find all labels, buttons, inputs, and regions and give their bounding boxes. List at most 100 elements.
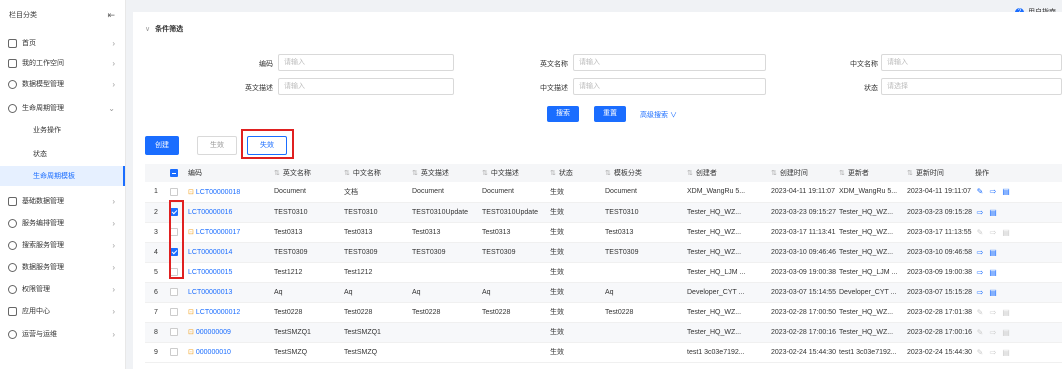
filter-title[interactable]: ∨ 条件筛选	[145, 24, 183, 34]
row-checkbox[interactable]	[167, 282, 185, 303]
code-link[interactable]: LCT00000012	[196, 309, 240, 316]
sidebar-item-ops[interactable]: 运营与运维 ›	[0, 324, 125, 344]
col-en-name[interactable]: ⇅ 英文名称	[271, 164, 341, 182]
search-button[interactable]: 搜索	[547, 106, 579, 122]
edit-icon[interactable]: ✎	[975, 308, 985, 317]
sidebar-item-service[interactable]: 服务编排管理 ›	[0, 213, 125, 233]
detail-icon[interactable]: ▤	[988, 248, 998, 257]
col-status[interactable]: ⇅ 状态	[547, 164, 602, 182]
detail-icon[interactable]: ▤	[1001, 187, 1011, 196]
sidebar-item-lifecycle[interactable]: 生命周期管理 ⌄	[0, 98, 125, 118]
code-link[interactable]: 000000010	[196, 349, 231, 356]
edit-icon[interactable]: ✎	[975, 187, 985, 196]
row-checkbox[interactable]	[167, 342, 185, 363]
table-row[interactable]: 5 LCT00000015 Test1212 Test1212 生效 Tester_HQ_…	[145, 262, 1062, 283]
detail-icon[interactable]: ▤	[1001, 308, 1011, 317]
code-link[interactable]: 000000009	[196, 329, 231, 336]
sidebar-item-home[interactable]: 首页 ›	[0, 33, 125, 53]
cell-code[interactable]: ⊡ 000000010	[185, 342, 271, 363]
row-checkbox[interactable]	[167, 302, 185, 323]
cell-code[interactable]: ⊡ LCT00000017	[185, 222, 271, 243]
cell-cn-desc: Test0228	[479, 302, 547, 323]
table-row[interactable]: 9 ⊡ 000000010 TestSMZQ TestSMZQ 生效 test1 3c03e…	[145, 342, 1062, 363]
publish-icon[interactable]: ⇨	[988, 348, 998, 357]
cell-code[interactable]: LCT00000015	[185, 262, 271, 283]
advanced-search-link[interactable]: 高级搜索 ∨	[640, 110, 677, 120]
col-code[interactable]: 编码	[185, 164, 271, 182]
table-row[interactable]: 7 ⊡ LCT00000012 Test0228 Test0228 Test0228 Tes…	[145, 302, 1062, 323]
col-created[interactable]: ⇅ 创建时间	[768, 164, 836, 182]
cell-created: 2023-04-11 19:11:07	[768, 182, 836, 203]
cell-code[interactable]: LCT00000016	[185, 202, 271, 223]
table-row[interactable]: 3 ⊡ LCT00000017 Test0313 Test0313 Test0313 Tes…	[145, 222, 1062, 243]
collapse-icon[interactable]: ⇤	[107, 10, 115, 21]
enable-button[interactable]: 生效	[197, 136, 237, 155]
detail-icon[interactable]: ▤	[988, 288, 998, 297]
col-updater[interactable]: ⇅ 更新者	[836, 164, 904, 182]
publish-icon[interactable]: ⇨	[988, 328, 998, 337]
table-row[interactable]: 6 LCT00000013 Aq Aq Aq Aq 生效 Aq Developer_CYT ..…	[145, 282, 1062, 303]
sidebar-item-data-service[interactable]: 数据服务管理 ›	[0, 257, 125, 277]
sidebar-sub-status[interactable]: 状态	[0, 144, 125, 164]
col-creator[interactable]: ⇅ 创建者	[684, 164, 768, 182]
sidebar-header: 栏目分类 ⇤	[0, 0, 125, 30]
cell-code[interactable]: ⊡ LCT00000018	[185, 182, 271, 203]
status-select[interactable]: 请选择	[881, 78, 1062, 95]
code-input[interactable]: 请输入	[278, 54, 454, 71]
publish-icon[interactable]: ⇨	[975, 268, 985, 277]
sidebar-sub-business[interactable]: 业务操作	[0, 120, 125, 140]
col-label: 中文名称	[352, 170, 381, 177]
sidebar-item-permission[interactable]: 权限管理 ›	[0, 279, 125, 299]
code-link[interactable]: LCT00000014	[188, 249, 232, 256]
code-link[interactable]: LCT00000018	[196, 189, 240, 196]
detail-icon[interactable]: ▤	[988, 268, 998, 277]
database-icon	[8, 196, 17, 206]
col-updated[interactable]: ⇅ 更新时间	[904, 164, 972, 182]
cell-code[interactable]: LCT00000014	[185, 242, 271, 263]
detail-icon[interactable]: ▤	[988, 208, 998, 217]
edit-icon[interactable]: ✎	[975, 328, 985, 337]
col-en-desc[interactable]: ⇅ 英文描述	[409, 164, 479, 182]
sidebar-item-database[interactable]: 基础数据管理 ›	[0, 191, 125, 211]
sidebar-item-search-service[interactable]: 搜索服务管理 ›	[0, 235, 125, 255]
cn-name-input[interactable]: 请输入	[881, 54, 1062, 71]
detail-icon[interactable]: ▤	[1001, 328, 1011, 337]
select-all-checkbox[interactable]	[167, 164, 185, 182]
col-cn-desc[interactable]: ⇅ 中文描述	[479, 164, 547, 182]
publish-icon[interactable]: ⇨	[975, 288, 985, 297]
publish-icon[interactable]: ⇨	[988, 187, 998, 196]
cell-code[interactable]: LCT00000013	[185, 282, 271, 303]
en-name-input[interactable]: 请输入	[573, 54, 766, 71]
publish-icon[interactable]: ⇨	[988, 308, 998, 317]
row-checkbox[interactable]	[167, 322, 185, 343]
table-row[interactable]: 1 ⊡ LCT00000018 Document 文档 Document Document 生…	[145, 182, 1062, 203]
table-row[interactable]: 4 LCT00000014 TEST0309 TEST0309 TEST0309 TEST…	[145, 242, 1062, 263]
cell-updated: 2023-03-17 11:13:55	[904, 222, 972, 243]
col-category[interactable]: ⇅ 模板分类	[602, 164, 684, 182]
detail-icon[interactable]: ▤	[1001, 228, 1011, 237]
publish-icon[interactable]: ⇨	[975, 248, 985, 257]
row-checkbox[interactable]	[167, 182, 185, 203]
sidebar-sub-template[interactable]: 生命周期模板	[0, 166, 125, 186]
col-cn-name[interactable]: ⇅ 中文名称	[341, 164, 409, 182]
publish-icon[interactable]: ⇨	[975, 208, 985, 217]
cn-desc-input[interactable]: 请输入	[573, 78, 766, 95]
create-button[interactable]: 创建	[145, 136, 179, 155]
cell-code[interactable]: ⊡ 000000009	[185, 322, 271, 343]
table-row[interactable]: 2 LCT00000016 TEST0310 TEST0310 TEST0310Upda…	[145, 202, 1062, 223]
sidebar-item-app[interactable]: 应用中心 ›	[0, 301, 125, 321]
code-link[interactable]: LCT00000016	[188, 209, 232, 216]
table-row[interactable]: 8 ⊡ 000000009 TestSMZQ1 TestSMZQ1 生效 Tester_HQ…	[145, 322, 1062, 343]
detail-icon[interactable]: ▤	[1001, 348, 1011, 357]
publish-icon[interactable]: ⇨	[988, 228, 998, 237]
code-link[interactable]: LCT00000017	[196, 229, 240, 236]
cell-code[interactable]: ⊡ LCT00000012	[185, 302, 271, 323]
sidebar-item-model[interactable]: 数据模型管理 ›	[0, 74, 125, 94]
edit-icon[interactable]: ✎	[975, 348, 985, 357]
sidebar-item-workspace[interactable]: 我的工作空间 ›	[0, 53, 125, 73]
code-link[interactable]: LCT00000015	[188, 269, 232, 276]
reset-button[interactable]: 重置	[594, 106, 626, 122]
en-desc-input[interactable]: 请输入	[278, 78, 454, 95]
edit-icon[interactable]: ✎	[975, 228, 985, 237]
code-link[interactable]: LCT00000013	[188, 289, 232, 296]
